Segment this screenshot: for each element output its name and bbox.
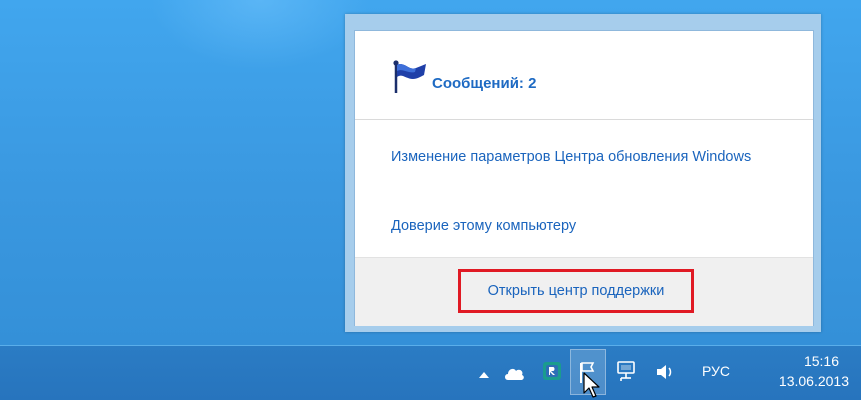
cloud-icon[interactable] (503, 364, 525, 382)
clock[interactable]: 15:16 13.06.2013 (759, 351, 849, 391)
action-center-flyout: Сообщений: 2 Изменение параметров Центра… (345, 14, 821, 332)
windows-update-settings-link[interactable]: Изменение параметров Центра обновления W… (391, 147, 791, 167)
mouse-cursor-icon (583, 372, 600, 398)
taskbar: РУС 15:16 13.06.2013 (0, 345, 861, 400)
r-app-icon[interactable] (542, 361, 562, 381)
flyout-footer: Открыть центр поддержки (355, 257, 813, 326)
language-indicator[interactable]: РУС (702, 363, 730, 379)
messages-count-title: Сообщений: 2 (432, 75, 537, 92)
trust-this-pc-link[interactable]: Доверие этому компьютеру (391, 216, 576, 236)
show-hidden-icons-icon[interactable] (478, 369, 490, 381)
flyout-panel: Сообщений: 2 Изменение параметров Центра… (354, 30, 814, 326)
desktop-glow (150, 0, 370, 70)
clock-time: 15:16 (803, 353, 839, 369)
clock-date: 13.06.2013 (778, 373, 849, 389)
flag-icon (393, 60, 426, 93)
open-action-center-link[interactable]: Открыть центр поддержки (458, 269, 694, 313)
flyout-header: Сообщений: 2 (355, 31, 813, 120)
network-icon[interactable] (615, 360, 637, 382)
volume-icon[interactable] (655, 362, 677, 382)
